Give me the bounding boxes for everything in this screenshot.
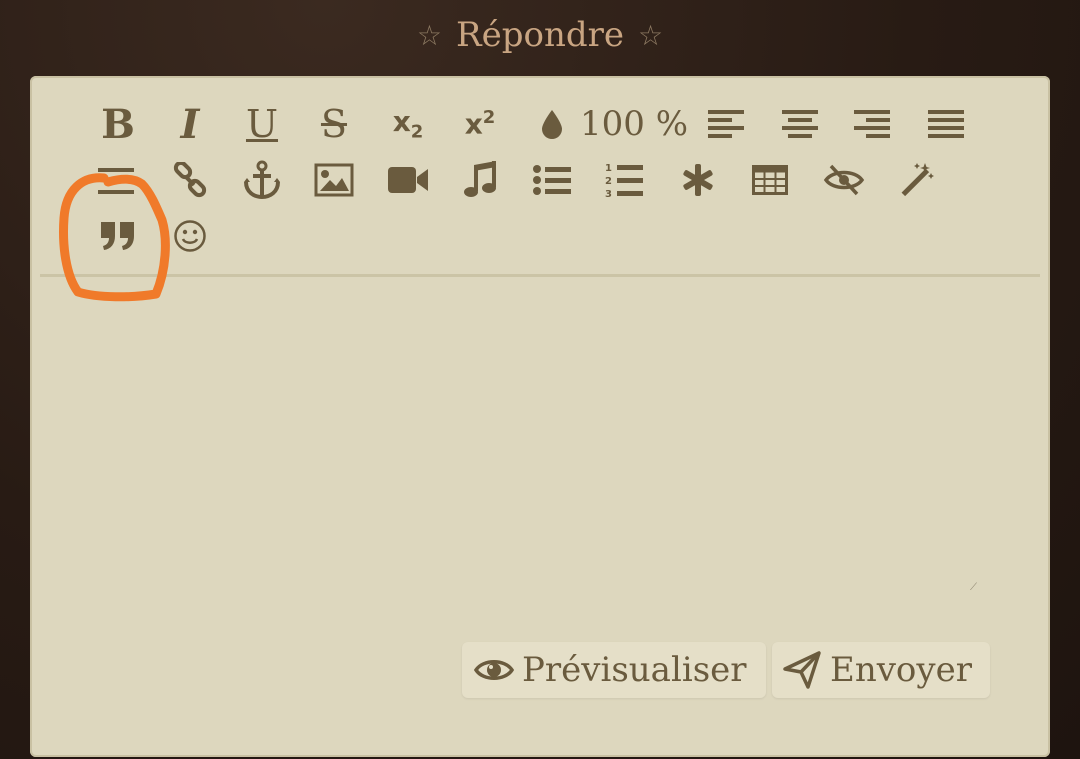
video-icon [388,167,428,193]
video-button[interactable] [380,156,436,204]
smiley-button[interactable] [162,212,218,260]
bold-button[interactable]: B [90,100,146,148]
underline-button[interactable]: U [234,100,290,148]
asterisk-button[interactable] [670,156,726,204]
superscript-button[interactable]: x2 [452,100,508,148]
reply-panel: B I U S x2 x2 100 % 1 2 3 ⟋ Prévisualise… [30,76,1050,757]
italic-icon: I [180,100,200,148]
align-left-button[interactable] [698,100,754,148]
svg-text:2: 2 [605,176,612,187]
page-header: ☆ Répondre ☆ [0,0,1080,70]
bullet-list-button[interactable] [524,156,580,204]
music-icon [464,161,496,197]
justify-icon [928,110,964,138]
table-button[interactable] [742,156,798,204]
align-right-icon [854,110,890,138]
asterisk-icon [683,164,713,196]
color-drop-icon [542,110,562,139]
color-button[interactable] [524,100,580,148]
anchor-button[interactable] [234,156,290,204]
superscript-digit: 2 [482,107,496,129]
numbered-list-icon: 1 2 3 [605,163,643,199]
preview-button[interactable]: Prévisualiser [462,642,766,698]
star-icon: ☆ [638,18,664,52]
message-textarea[interactable] [42,280,1038,620]
zoom-label: 100 % [580,104,689,144]
send-label: Envoyer [830,650,972,690]
align-center-icon [782,110,818,138]
subscript-digit: 2 [410,121,424,143]
underline-icon: U [245,102,279,146]
align-center-button[interactable] [772,100,828,148]
resize-grip-icon[interactable]: ⟋ [970,582,980,593]
link-button[interactable] [162,156,218,204]
hr-button[interactable] [88,156,144,204]
justify-button[interactable] [918,100,974,148]
page-title: Répondre [456,15,624,55]
link-icon [173,162,207,198]
smiley-icon [174,220,206,252]
subscript-icon: x2 [393,105,424,143]
anchor-icon [244,160,280,200]
hr-icon [98,168,134,194]
strikethrough-icon: S [320,102,348,146]
music-button[interactable] [452,156,508,204]
subscript-button[interactable]: x2 [380,100,436,148]
quote-button[interactable] [90,212,146,260]
svg-text:1: 1 [605,163,612,174]
superscript-icon: x2 [465,107,496,140]
hidden-eye-icon [823,164,865,196]
image-icon [314,163,354,197]
send-button[interactable]: Envoyer [772,642,990,698]
star-icon: ☆ [416,18,442,52]
image-button[interactable] [306,156,362,204]
svg-text:3: 3 [605,189,612,199]
eye-icon [474,660,514,680]
subscript-base: x [392,105,411,139]
editor-toolbar: B I U S x2 x2 100 % 1 2 3 [40,80,1040,277]
send-icon [783,651,821,689]
strikethrough-button[interactable]: S [306,100,362,148]
numbered-list-button[interactable]: 1 2 3 [596,156,652,204]
align-left-icon [708,110,744,138]
preview-label: Prévisualiser [522,650,747,690]
align-right-button[interactable] [844,100,900,148]
magic-wand-button[interactable] [888,156,944,204]
magic-wand-icon [901,163,934,197]
table-icon [752,165,788,195]
quote-icon [101,222,134,250]
zoom-button[interactable]: 100 % [580,100,690,148]
superscript-base: x [464,107,483,141]
bold-icon: B [101,100,135,148]
hidden-button[interactable] [816,156,872,204]
bullet-list-icon [533,165,571,195]
italic-button[interactable]: I [162,100,218,148]
